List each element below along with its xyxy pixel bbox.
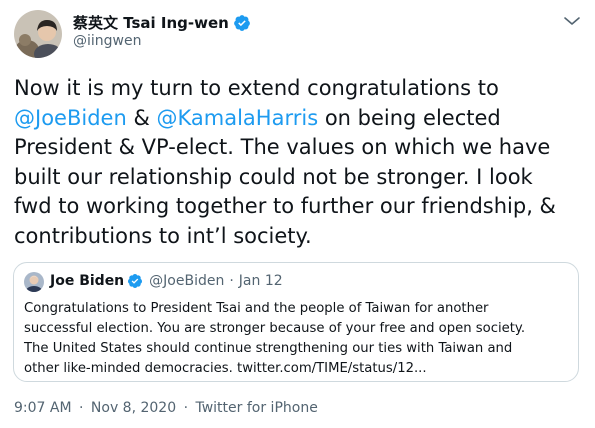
verified-badge-icon — [128, 274, 143, 288]
tweet-text-line: @JoeBiden & @KamalaHarris on being elect… — [14, 104, 580, 134]
quoted-text-line: other like-minded democracies. twitter.c… — [24, 361, 427, 376]
tweet-text-line: fwd to working together to further our f… — [14, 192, 580, 222]
footer-separator: · — [79, 400, 84, 416]
avatar-photo-icon — [14, 10, 62, 58]
quoted-separator: · — [229, 273, 234, 289]
tweet-text: Now it is my turn to extend congratulati… — [14, 74, 580, 251]
tweet-source[interactable]: Twitter for iPhone — [195, 400, 317, 416]
quoted-text-line: Congratulations to President Tsai and th… — [24, 301, 489, 316]
tweet-text-segment: Now it is my turn to extend congratulati… — [14, 76, 499, 100]
author-name-text: 蔡英文 Tsai Ing-wen — [73, 14, 229, 32]
tweet-text-segment: contributions to int’l society. — [14, 223, 312, 248]
tweet-footer: 9:07 AM · Nov 8, 2020 · Twitter for iPho… — [14, 400, 318, 416]
tweet-date[interactable]: Nov 8, 2020 — [91, 400, 176, 416]
more-options-icon[interactable] — [563, 16, 581, 26]
quoted-author-handle[interactable]: @JoeBiden — [149, 273, 224, 289]
tweet-text-line: President & VP-elect. The values on whic… — [14, 133, 580, 163]
tweet-text-line: Now it is my turn to extend congratulati… — [14, 74, 580, 104]
quoted-text-line: successful election. You are stronger be… — [24, 321, 526, 336]
author-handle[interactable]: @iingwen — [73, 33, 141, 49]
quoted-text-line: The United States should continue streng… — [24, 341, 513, 356]
footer-separator: · — [183, 400, 189, 416]
tweet-text-line: built our relationship could not be stro… — [14, 163, 580, 193]
tweet-text-segment: on being elected — [318, 105, 501, 130]
tweet-text-line: contributions to int’l society. — [14, 222, 580, 252]
tweet-text-segment: & — [126, 105, 157, 130]
quoted-text: Congratulations to President Tsai and th… — [24, 299, 572, 379]
quoted-header: Joe Biden @JoeBiden · Jan 12 — [50, 273, 283, 289]
author-avatar[interactable] — [14, 10, 62, 58]
tweet-text-segment: President & VP-elect. The values on whic… — [14, 135, 551, 159]
verified-badge-icon — [233, 14, 250, 31]
quoted-date[interactable]: Jan 12 — [239, 273, 283, 289]
tweet-text-segment: fwd to working together to further our f… — [14, 194, 556, 218]
mention-link[interactable]: @JoeBiden — [14, 106, 127, 130]
quoted-author-name[interactable]: Joe Biden — [50, 273, 124, 289]
author-name[interactable]: 蔡英文 Tsai Ing-wen — [73, 12, 251, 33]
tweet-time[interactable]: 9:07 AM — [14, 400, 72, 416]
avatar-photo-icon — [24, 272, 44, 292]
quoted-author-avatar[interactable] — [24, 272, 44, 292]
quoted-tweet-card[interactable]: Joe Biden @JoeBiden · Jan 12 Congratulat… — [13, 262, 579, 382]
tweet-text-segment: built our relationship could not be stro… — [14, 164, 533, 189]
mention-link[interactable]: @KamalaHarris — [157, 106, 319, 130]
